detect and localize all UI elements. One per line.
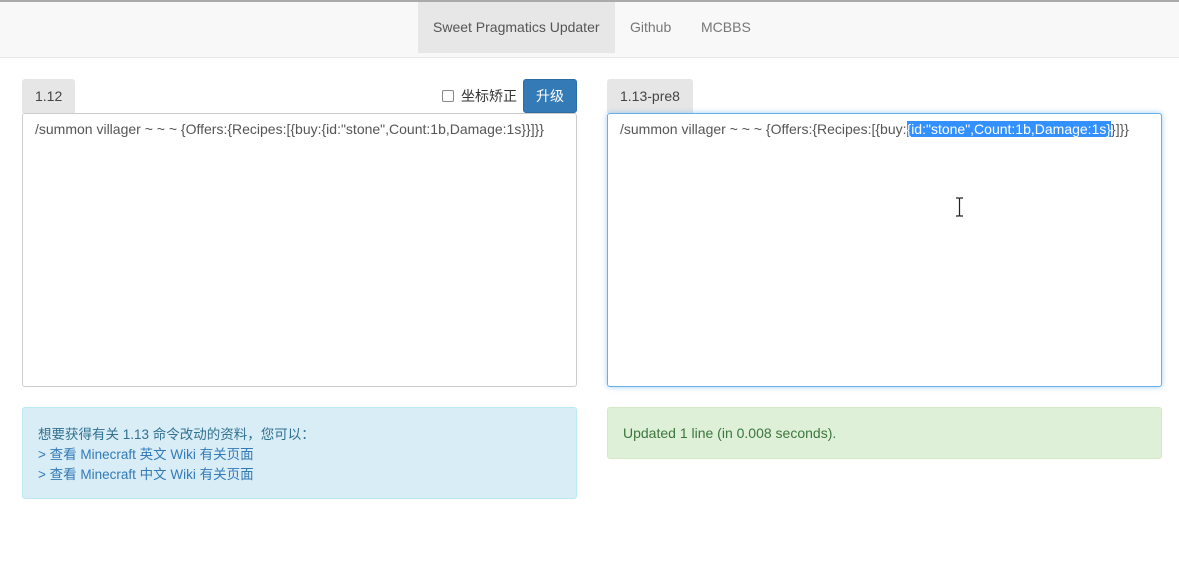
coordinate-correction-option[interactable]: 坐标矫正 [442,87,517,105]
output-command-prefix: /summon villager ~ ~ ~ {Offers:{Recipes:… [620,121,907,137]
output-command-textarea[interactable]: /summon villager ~ ~ ~ {Offers:{Recipes:… [607,113,1162,387]
ibeam-cursor-icon [956,197,963,217]
wiki-en-link[interactable]: > 查看 Minecraft 英文 Wiki 有关页面 [38,445,561,465]
navbar: Sweet Pragmatics Updater Github MCBBS [0,2,1179,58]
nav-github-link[interactable]: Github [615,2,686,53]
coordinate-correction-checkbox[interactable] [442,90,454,102]
output-version-tab[interactable]: 1.13-pre8 [607,79,693,113]
info-alert: 想要获得有关 1.13 命令改动的资料，您可以： > 查看 Minecraft … [22,407,577,499]
info-intro-text: 想要获得有关 1.13 命令改动的资料，您可以： [38,427,315,442]
output-command-selection: {id:"stone",Count:1b,Damage:1s} [906,121,1112,137]
nav-mcbbs-link[interactable]: MCBBS [686,2,766,53]
upgrade-button[interactable]: 升级 [523,79,577,113]
wiki-zh-link[interactable]: > 查看 Minecraft 中文 Wiki 有关页面 [38,465,561,485]
nav-brand-link[interactable]: Sweet Pragmatics Updater [418,2,615,53]
input-command-textarea[interactable]: /summon villager ~ ~ ~ {Offers:{Recipes:… [22,113,577,387]
output-command-suffix: }]}} [1111,121,1129,137]
status-message: Updated 1 line (in 0.008 seconds). [623,425,837,441]
status-alert: Updated 1 line (in 0.008 seconds). [607,407,1162,459]
coordinate-correction-label: 坐标矫正 [461,88,517,104]
input-version-tab[interactable]: 1.12 [22,79,76,113]
